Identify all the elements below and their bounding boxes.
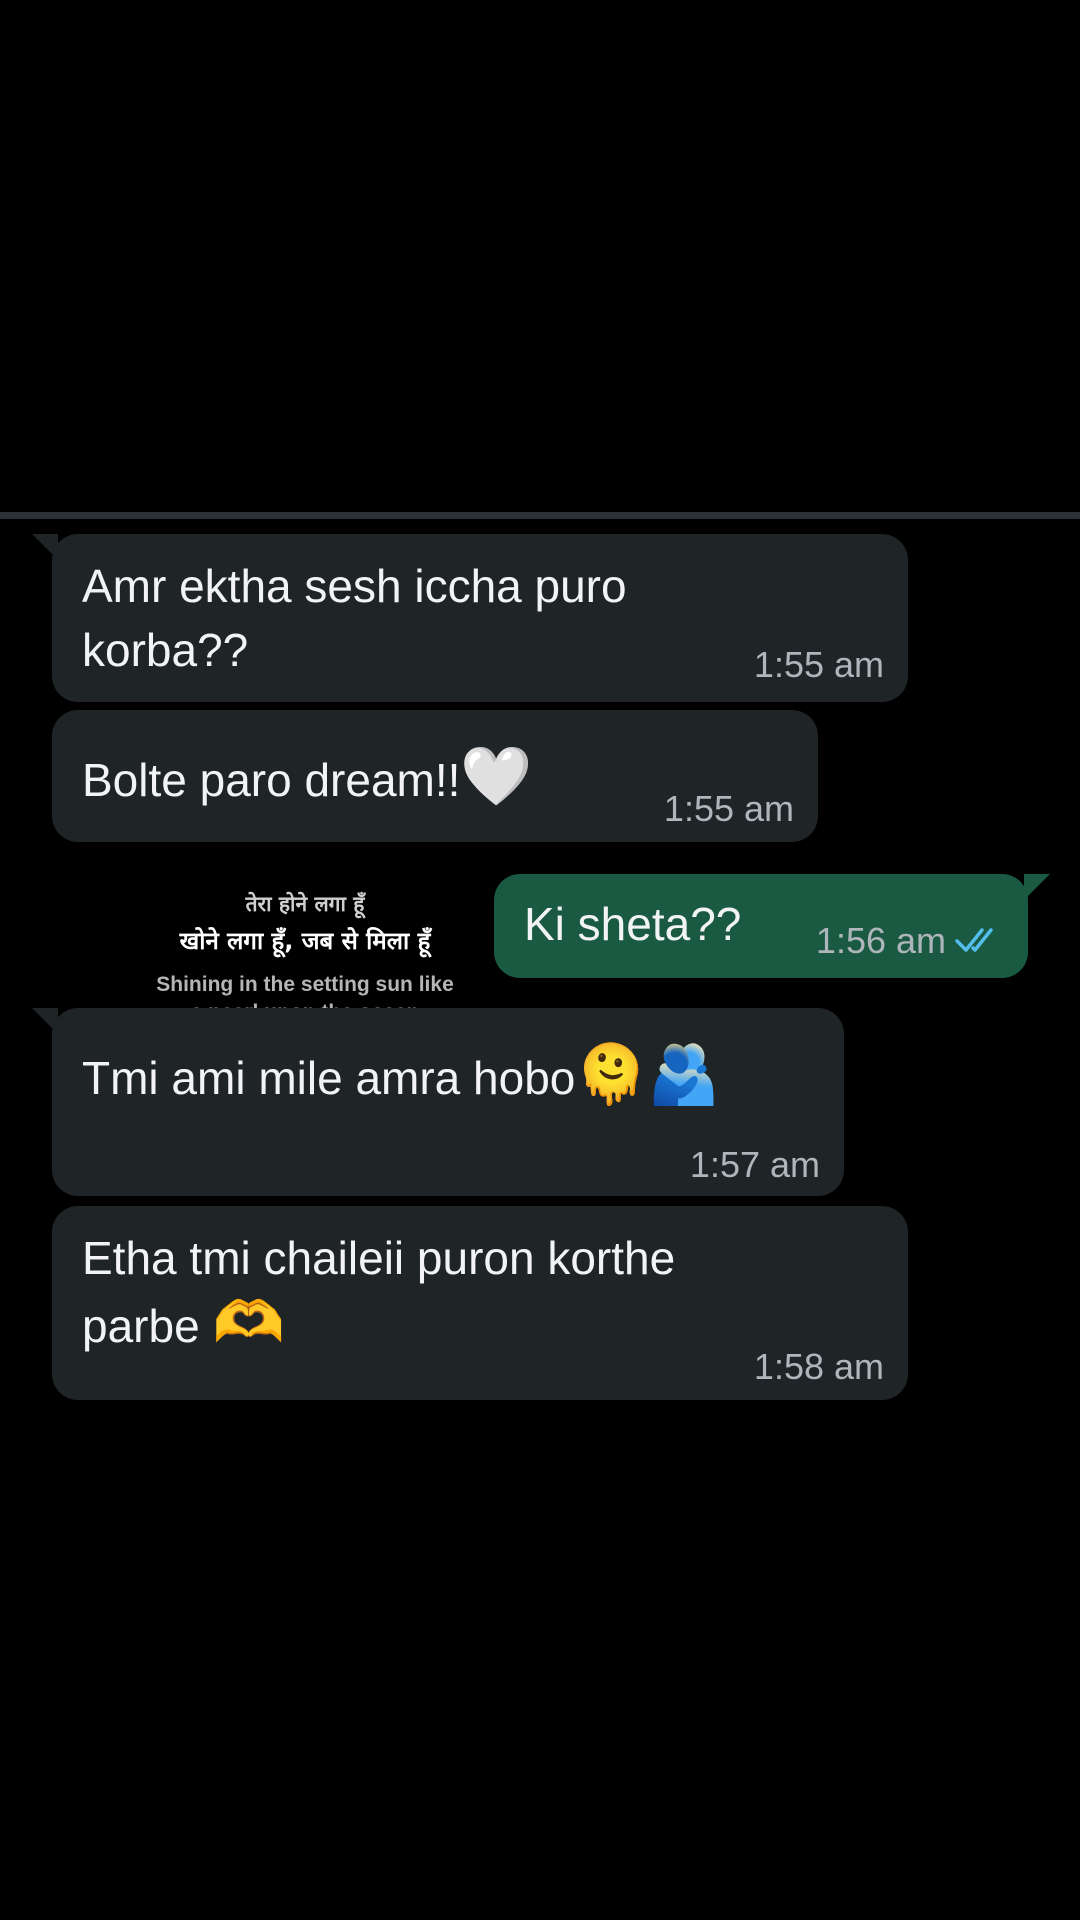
message-bubble-incoming[interactable]: Amr ektha sesh iccha puro korba?? 1:55 a… xyxy=(32,534,908,702)
message-timestamp: 1:56 am xyxy=(816,920,1004,964)
lyrics-line-1: तेरा होने लगा हूँ xyxy=(245,892,365,916)
message-timestamp: 1:55 am xyxy=(753,644,884,685)
message-bubble-incoming[interactable]: Bolte paro dream!!🤍 1:55 am xyxy=(52,710,818,842)
message-text-body: Tmi ami mile amra hobo xyxy=(82,1052,576,1104)
heart-hands-icon: 🫶 xyxy=(212,1288,285,1356)
lyrics-line-2: खोने लगा हूँ, जब से मिला हूँ xyxy=(179,927,431,955)
bubble-tail xyxy=(1024,874,1050,900)
message-bubble-incoming[interactable]: Etha tmi chaileii puron korthe parbe 🫶 1… xyxy=(52,1206,908,1400)
melting-face-hug-icon: 🫠🫂 xyxy=(575,1040,720,1108)
message-text-body: Bolte paro dream!! xyxy=(82,754,461,806)
top-divider xyxy=(0,512,1080,519)
message-text: Bolte paro dream!!🤍 xyxy=(82,744,682,812)
lyrics-overlay: तेरा होने लगा हूँ खोने लगा हूँ, जब से मि… xyxy=(120,890,490,1027)
message-timestamp: 1:57 am xyxy=(689,1144,820,1185)
message-bubble-incoming[interactable]: Tmi ami mile amra hobo🫠🫂 1:57 am xyxy=(32,1008,844,1196)
white-heart-icon: 🤍 xyxy=(460,742,533,810)
message-text-body: Etha tmi chaileii puron korthe parbe xyxy=(82,1232,676,1352)
bubble-tail xyxy=(32,534,58,560)
double-check-icon xyxy=(954,922,1004,964)
bubble-tail xyxy=(32,1008,58,1034)
message-time-text: 1:56 am xyxy=(815,920,946,961)
message-text: Ki sheta?? xyxy=(524,898,742,950)
message-timestamp: 1:58 am xyxy=(753,1346,884,1387)
message-timestamp: 1:55 am xyxy=(663,788,794,829)
message-text: Etha tmi chaileii puron korthe parbe 🫶 xyxy=(82,1226,882,1358)
message-bubble-outgoing[interactable]: Ki sheta?? 1:56 am xyxy=(494,874,1050,978)
message-text: Tmi ami mile amra hobo🫠🫂 xyxy=(82,1042,822,1110)
